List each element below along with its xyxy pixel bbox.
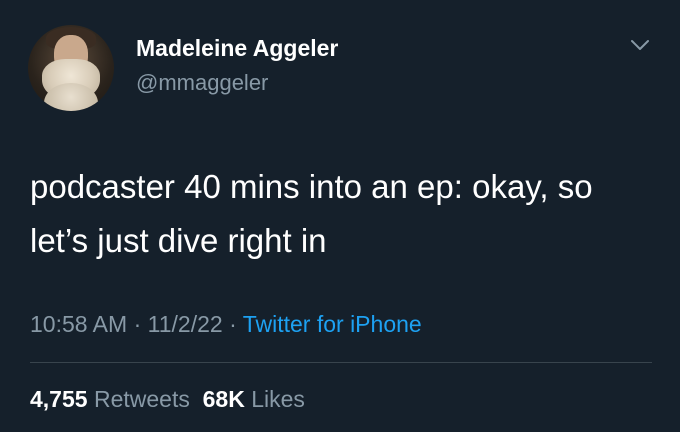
tweet-time[interactable]: 10:58 AM: [30, 311, 127, 337]
tweet-text: podcaster 40 mins into an ep: okay, so l…: [30, 168, 593, 259]
tweet-meta: 10:58 AM · 11/2/22 · Twitter for iPhone: [30, 311, 422, 338]
retweets-count: 4,755: [30, 386, 88, 412]
retweets-stat[interactable]: 4,755 Retweets: [30, 386, 190, 412]
author-handle[interactable]: @mmaggeler: [136, 70, 268, 96]
tweet-date[interactable]: 11/2/22: [148, 311, 223, 337]
likes-label: Likes: [251, 386, 305, 412]
chevron-down-icon[interactable]: [630, 38, 650, 52]
meta-separator: ·: [229, 311, 237, 337]
retweets-label: Retweets: [93, 386, 190, 412]
likes-count: 68K: [202, 386, 245, 412]
likes-stat[interactable]: 68K Likes: [203, 386, 305, 412]
divider: [30, 362, 652, 363]
author-name[interactable]: Madeleine Aggeler: [136, 35, 338, 62]
tweet-stats: 4,755 Retweets 68K Likes: [30, 386, 305, 413]
meta-separator: ·: [133, 311, 142, 337]
tweet-source-link[interactable]: Twitter for iPhone: [243, 311, 422, 337]
avatar[interactable]: [28, 25, 114, 111]
